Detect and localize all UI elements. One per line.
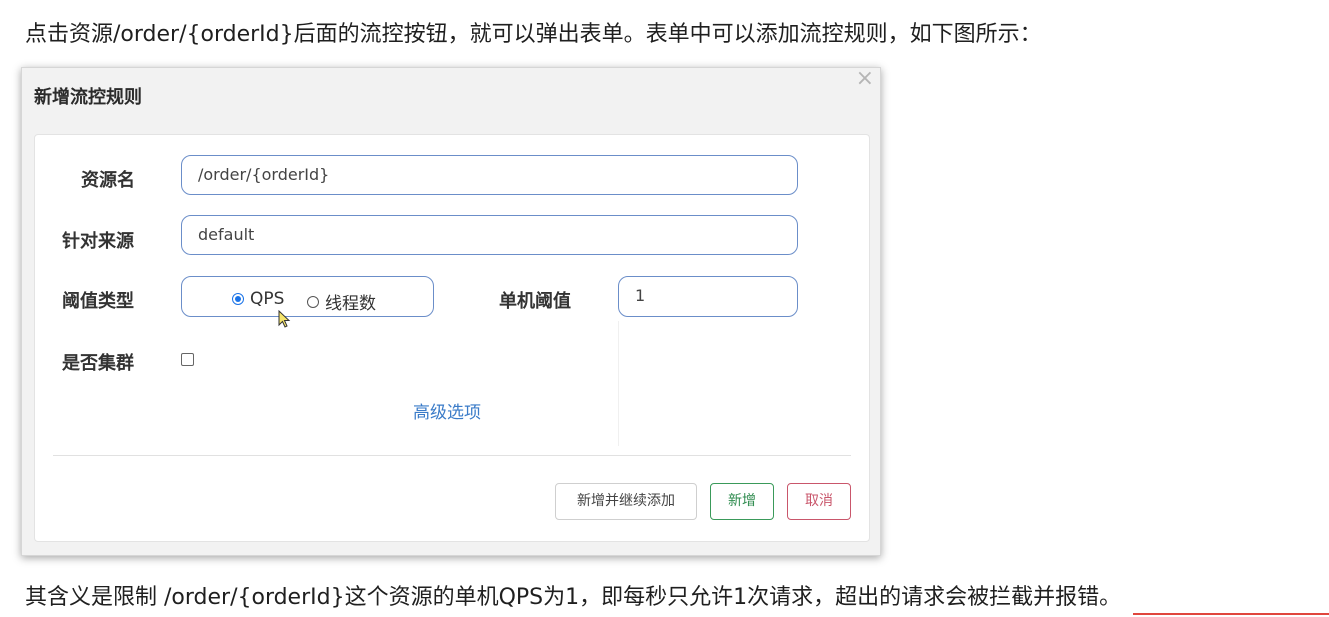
divider-vertical [618, 321, 619, 446]
cluster-checkbox[interactable] [181, 353, 194, 366]
resource-name-input[interactable]: /order/{orderId} [181, 155, 798, 195]
radio-selected-icon [232, 293, 244, 305]
outro-paragraph: 其含义是限制 /order/{orderId}这个资源的单机QPS为1，即每秒只… [25, 585, 1122, 610]
close-icon[interactable]: × [856, 68, 874, 90]
cluster-label: 是否集群 [62, 353, 134, 374]
annotation-underline [1133, 613, 1329, 615]
radio-qps[interactable]: QPS [232, 289, 284, 309]
add-button[interactable]: 新增 [710, 483, 774, 520]
intro-paragraph: 点击资源/order/{orderId}后面的流控按钮，就可以弹出表单。表单中可… [25, 22, 1042, 47]
single-threshold-input[interactable]: 1 [618, 276, 798, 317]
threshold-type-radio-group: QPS 线程数 [181, 276, 434, 317]
radio-thread-count[interactable]: 线程数 [307, 289, 376, 314]
cancel-button[interactable]: 取消 [787, 483, 851, 520]
advanced-options-link[interactable]: 高级选项 [413, 398, 481, 423]
add-and-continue-button[interactable]: 新增并继续添加 [555, 483, 697, 520]
mouse-cursor-icon [278, 310, 291, 328]
dialog-title: 新增流控规则 [34, 87, 142, 108]
radio-unselected-icon [307, 295, 319, 308]
resource-name-label: 资源名 [81, 170, 135, 191]
add-flow-rule-dialog: 新增流控规则 × 资源名 /order/{orderId} 针对来源 defau… [21, 67, 881, 556]
footer-divider [53, 455, 851, 456]
single-threshold-label: 单机阈值 [499, 291, 571, 312]
dialog-body: 资源名 /order/{orderId} 针对来源 default 阈值类型 Q… [34, 134, 870, 542]
radio-qps-label: QPS [250, 289, 285, 309]
source-input[interactable]: default [181, 215, 798, 255]
threshold-type-label: 阈值类型 [62, 291, 134, 312]
source-label: 针对来源 [62, 231, 134, 252]
radio-thread-count-label: 线程数 [325, 294, 376, 314]
